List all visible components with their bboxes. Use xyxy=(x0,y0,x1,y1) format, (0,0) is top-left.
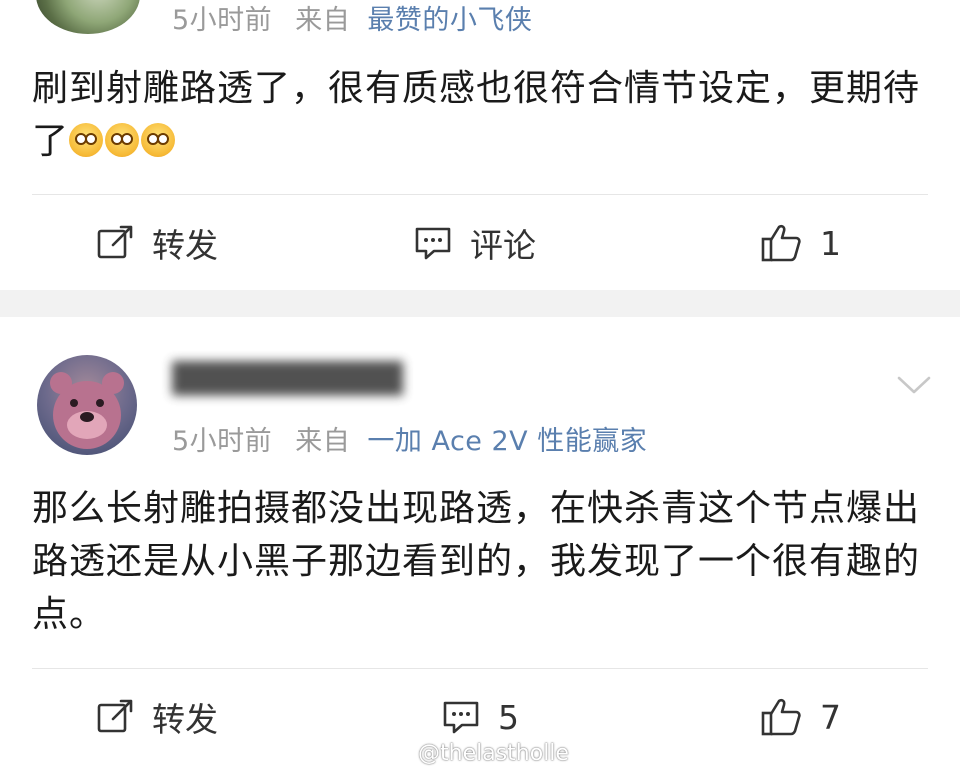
repost-label: 转发 xyxy=(152,700,218,739)
divider xyxy=(32,668,928,669)
avatar[interactable] xyxy=(36,0,140,34)
comment-icon xyxy=(443,701,479,734)
from-label: 来自 xyxy=(295,426,351,457)
source-link[interactable]: 一加 Ace 2V 性能赢家 xyxy=(367,426,647,457)
like-count: 1 xyxy=(820,223,841,263)
weibo-logo-icon xyxy=(384,744,411,765)
source-link[interactable]: 最赞的小飞侠 xyxy=(367,5,532,36)
divider xyxy=(32,194,928,195)
post-text: 那么长射雕拍摄都没出现路透，在快杀青这个节点爆出路透还是从小黑子那边看到的，我发… xyxy=(32,488,921,635)
scream-emoji xyxy=(69,123,104,157)
post-content[interactable]: 那么长射雕拍摄都没出现路透，在快杀青这个节点爆出路透还是从小黑子那边看到的，我发… xyxy=(32,482,920,641)
bear-avatar-image xyxy=(50,372,124,449)
watermark: @thelastholle xyxy=(384,741,569,766)
post-meta: 5小时前 来自 最赞的小飞侠 xyxy=(172,0,532,37)
thumbs-up-icon xyxy=(761,224,801,262)
repost-icon xyxy=(97,225,133,259)
comment-count: 5 xyxy=(498,697,519,737)
scream-emoji xyxy=(141,123,176,157)
post-card: ██████████ 5小时前 来自 一加 Ace 2V 性能赢家 那么长射雕拍… xyxy=(0,317,960,772)
avatar[interactable] xyxy=(37,355,137,455)
watermark-text: @thelastholle xyxy=(418,741,569,766)
like-count: 7 xyxy=(820,697,841,737)
like-button[interactable]: 1 xyxy=(760,218,841,268)
repost-button[interactable]: 转发 xyxy=(96,692,218,742)
comment-icon xyxy=(415,227,451,260)
post-card: 5小时前 来自 最赞的小飞侠 刷到射雕路透了，很有质感也很符合情节设定，更期待了… xyxy=(0,0,960,290)
like-button[interactable]: 7 xyxy=(760,692,841,742)
scream-emoji xyxy=(105,123,140,157)
chevron-down-icon[interactable] xyxy=(896,367,932,403)
comment-button[interactable]: 5 xyxy=(442,692,519,742)
post-meta: 5小时前 来自 一加 Ace 2V 性能赢家 xyxy=(172,419,647,458)
post-time: 5小时前 xyxy=(172,5,273,36)
comment-button[interactable]: 评论 xyxy=(414,218,536,268)
from-label: 来自 xyxy=(295,5,351,36)
post-content[interactable]: 刷到射雕路透了，很有质感也很符合情节设定，更期待了 xyxy=(32,62,920,168)
post-time: 5小时前 xyxy=(172,426,273,457)
thumbs-up-icon xyxy=(761,698,801,736)
username[interactable]: ██████████ xyxy=(172,361,542,401)
repost-button[interactable]: 转发 xyxy=(96,218,218,268)
comment-label: 评论 xyxy=(470,226,536,265)
repost-label: 转发 xyxy=(152,226,218,265)
repost-icon xyxy=(97,699,133,733)
